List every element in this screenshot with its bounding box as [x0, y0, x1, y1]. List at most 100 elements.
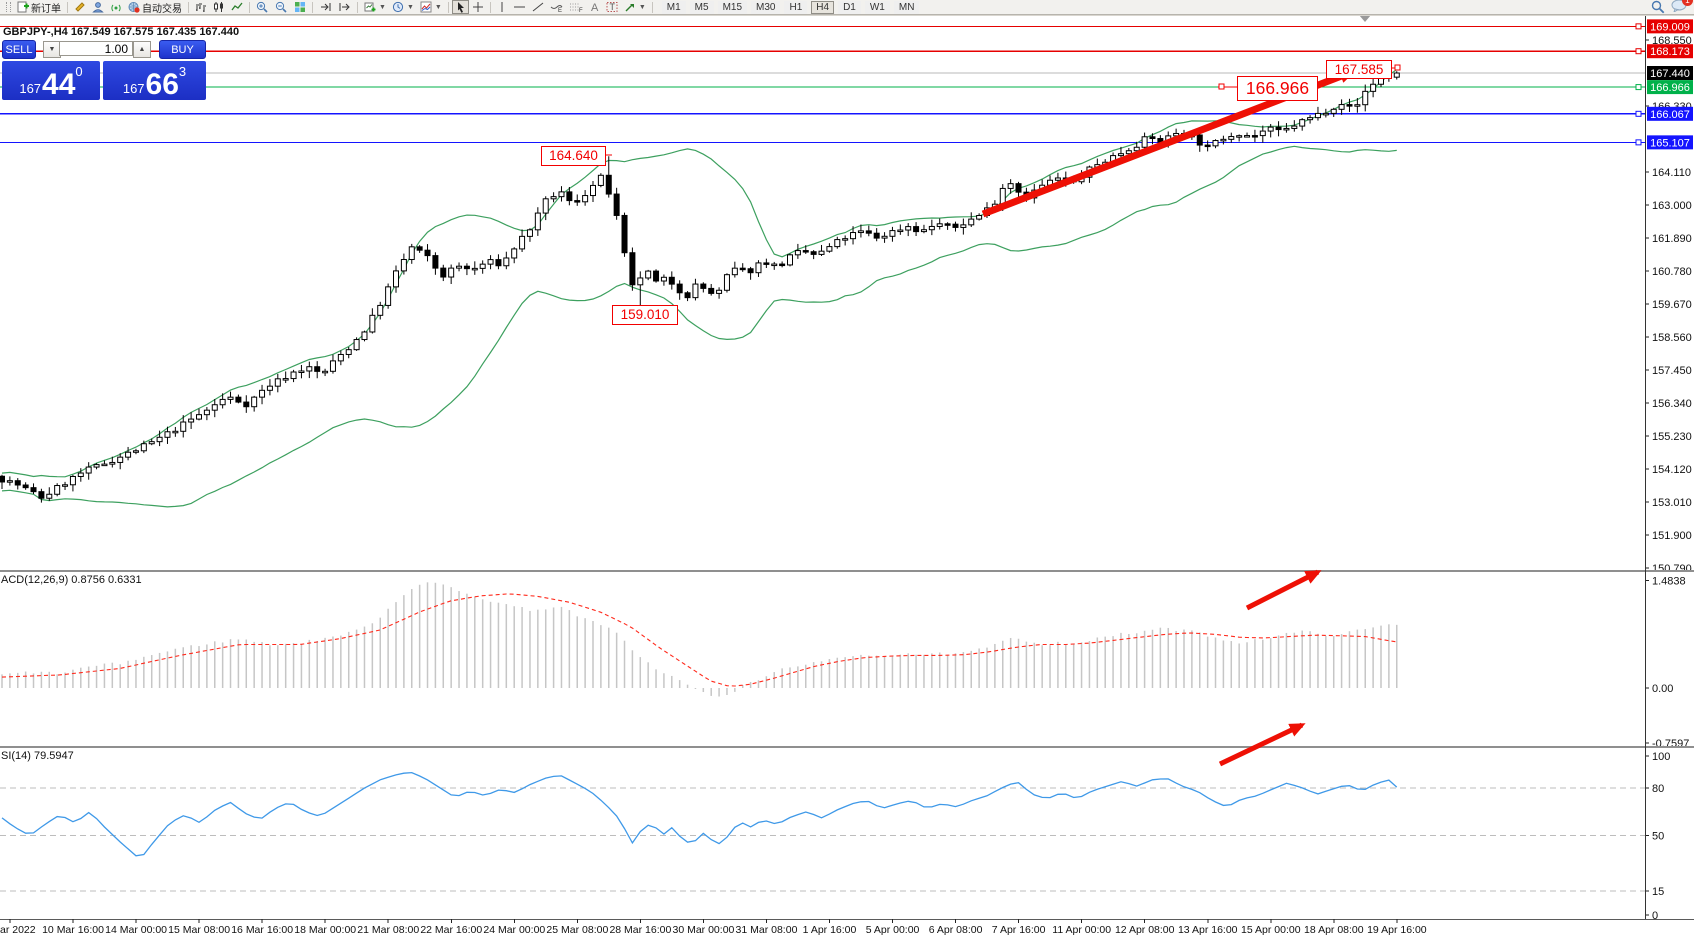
timeframe-M30[interactable]: M30 — [751, 1, 780, 14]
candle-body[interactable] — [866, 231, 871, 233]
candle-body[interactable] — [630, 253, 635, 285]
candle-body[interactable] — [937, 224, 942, 227]
candle-body[interactable] — [189, 419, 194, 422]
candle-body[interactable] — [236, 397, 241, 402]
candle-body[interactable] — [480, 264, 485, 268]
candle-body[interactable] — [86, 467, 91, 473]
candle-body[interactable] — [1150, 137, 1155, 139]
candle-body[interactable] — [748, 269, 753, 273]
candle-body[interactable] — [811, 252, 816, 255]
candle-body[interactable] — [717, 290, 722, 293]
candle-body[interactable] — [535, 213, 540, 230]
candle-body[interactable] — [953, 224, 958, 227]
candle-body[interactable] — [39, 492, 44, 499]
candle-body[interactable] — [843, 239, 848, 241]
candle-body[interactable] — [370, 315, 375, 332]
candle-body[interactable] — [598, 175, 603, 185]
volume-up-button[interactable]: ▲ — [133, 41, 151, 58]
candle-body[interactable] — [677, 284, 682, 293]
candle-body[interactable] — [1276, 127, 1281, 129]
candle-body[interactable] — [307, 367, 312, 371]
candle-body[interactable] — [504, 258, 509, 266]
candle-body[interactable] — [890, 231, 895, 237]
candle-body[interactable] — [110, 462, 115, 464]
candle-body[interactable] — [661, 277, 666, 281]
candle-body[interactable] — [386, 287, 391, 306]
candle-body[interactable] — [1142, 137, 1147, 147]
trendline-button[interactable] — [529, 0, 547, 14]
candle-body[interactable] — [929, 226, 934, 229]
period-button[interactable]: ▼ — [389, 0, 417, 14]
level-line-handle[interactable] — [1636, 24, 1641, 29]
candle-body[interactable] — [1229, 137, 1234, 140]
search-icon[interactable] — [1651, 0, 1665, 14]
candle-body[interactable] — [874, 233, 879, 238]
candle-body[interactable] — [732, 268, 737, 275]
candle-body[interactable] — [1315, 113, 1320, 117]
candle-body[interactable] — [78, 473, 83, 476]
candle-body[interactable] — [788, 255, 793, 265]
timeframe-MN[interactable]: MN — [894, 1, 920, 14]
candle-body[interactable] — [149, 442, 154, 444]
candle-body[interactable] — [346, 350, 351, 355]
candle-body[interactable] — [882, 236, 887, 238]
autotrading-button[interactable]: 自动交易 — [125, 0, 185, 14]
candle-body[interactable] — [969, 219, 974, 225]
bar-chart-button[interactable] — [192, 0, 210, 14]
candle-body[interactable] — [394, 271, 399, 287]
tile-windows-button[interactable] — [291, 0, 309, 14]
candle-body[interactable] — [795, 251, 800, 255]
candle-body[interactable] — [338, 354, 343, 360]
candle-body[interactable] — [362, 332, 367, 340]
sell-button[interactable]: SELL — [2, 40, 36, 59]
arrow-styles-button[interactable]: ▼ — [621, 0, 649, 14]
candle-body[interactable] — [354, 340, 359, 350]
candle-body[interactable] — [0, 476, 5, 482]
candle-body[interactable] — [1237, 136, 1242, 138]
candle-body[interactable] — [102, 464, 107, 466]
candle-body[interactable] — [212, 405, 217, 410]
candle-body[interactable] — [275, 379, 280, 386]
candle-body[interactable] — [425, 250, 430, 255]
candle-body[interactable] — [583, 196, 588, 202]
candle-body[interactable] — [1292, 126, 1297, 128]
candle-body[interactable] — [1008, 184, 1013, 189]
candle-body[interactable] — [1016, 184, 1021, 193]
cursor-button[interactable] — [452, 0, 469, 14]
candle-body[interactable] — [457, 266, 462, 268]
price-annotation-167.585[interactable]: 167.585 — [1326, 60, 1392, 79]
candle-body[interactable] — [197, 415, 202, 419]
candle-body[interactable] — [1394, 73, 1399, 77]
candle-body[interactable] — [252, 397, 257, 407]
candle-body[interactable] — [669, 277, 674, 284]
candle-body[interactable] — [1126, 151, 1131, 154]
candle-body[interactable] — [803, 251, 808, 253]
candle-body[interactable] — [47, 494, 52, 498]
candle-body[interactable] — [1347, 105, 1352, 107]
price-annotation-159.010[interactable]: 159.010 — [612, 305, 678, 325]
chart-shift-marker[interactable] — [1359, 15, 1371, 22]
candle-body[interactable] — [567, 192, 572, 201]
timeframe-H1[interactable]: H1 — [784, 1, 807, 14]
candle-body[interactable] — [283, 379, 288, 381]
signals-button[interactable] — [107, 0, 125, 14]
candle-body[interactable] — [819, 251, 824, 254]
candle-body[interactable] — [157, 437, 162, 441]
candle-body[interactable] — [267, 386, 272, 390]
candle-body[interactable] — [449, 268, 454, 277]
timeframe-W1[interactable]: W1 — [865, 1, 890, 14]
candle-body[interactable] — [961, 225, 966, 228]
candle-body[interactable] — [709, 288, 714, 293]
candle-body[interactable] — [638, 278, 643, 285]
candle-body[interactable] — [133, 451, 138, 453]
candle-body[interactable] — [898, 230, 903, 232]
candle-body[interactable] — [851, 233, 856, 239]
candle-body[interactable] — [417, 247, 422, 250]
candle-body[interactable] — [701, 284, 706, 288]
candle-body[interactable] — [1331, 109, 1336, 113]
candle-body[interactable] — [614, 194, 619, 215]
candle-body[interactable] — [1371, 84, 1376, 91]
timeframe-M15[interactable]: M15 — [718, 1, 747, 14]
crosshair-button[interactable] — [469, 0, 487, 14]
candle-body[interactable] — [1197, 135, 1202, 145]
